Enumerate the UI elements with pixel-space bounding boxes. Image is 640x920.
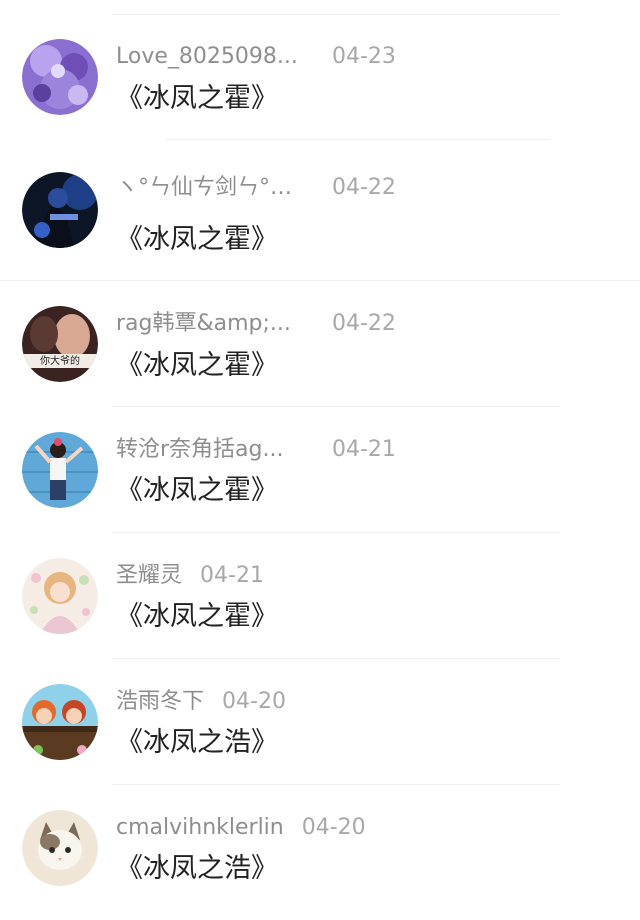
sender-name: 圣耀灵 — [116, 563, 183, 588]
avatar[interactable] — [22, 558, 98, 634]
message-meta: 浩雨冬下 04-20 — [116, 687, 286, 717]
sender-name: 转沧r奈角括ag... — [116, 437, 284, 462]
purple-anime-avatar-icon — [22, 39, 98, 115]
avatar[interactable] — [22, 172, 98, 248]
message-meta: 转沧r奈角括ag... 04-21 — [116, 435, 396, 465]
message-date: 04-21 — [332, 437, 396, 462]
list-item[interactable]: 圣耀灵 04-21 《冰凤之霍》 — [0, 533, 640, 659]
avatar-overlay-text: 你大爷的 — [40, 354, 80, 367]
sender-name: 浩雨冬下 — [116, 689, 205, 714]
message-list: Love_8025098... 04-23 《冰凤之霍》 ヽ°ㄣ仙ㄘ剑ㄣ°ゞ&..… — [0, 0, 640, 920]
cartoon-kids-avatar-icon — [22, 684, 98, 760]
message-date: 04-20 — [301, 815, 366, 840]
message-date: 04-21 — [200, 563, 264, 588]
avatar[interactable] — [22, 810, 98, 886]
list-item[interactable]: 你大爷的 rag韩覃&amp;... 04-22 《冰凤之霍》 — [0, 282, 640, 408]
list-item[interactable]: 转沧r奈角括ag... 04-21 《冰凤之霍》 — [0, 407, 640, 533]
message-text: 《冰凤之霍》 — [116, 224, 278, 255]
message-meta: rag韩覃&amp;... 04-22 — [116, 309, 396, 339]
avatar[interactable] — [22, 39, 98, 115]
avatar[interactable] — [22, 432, 98, 508]
list-item[interactable]: ヽ°ㄣ仙ㄘ剑ㄣ°ゞ&... 04-22 《冰凤之霍》 — [0, 140, 640, 266]
sender-name: cmalvihnklerlin — [116, 815, 284, 840]
message-text: 《冰凤之霍》 — [116, 475, 278, 506]
message-text: 《冰凤之霍》 — [116, 601, 278, 632]
avatar[interactable]: 你大爷的 — [22, 306, 98, 382]
message-meta: Love_8025098... 04-23 — [116, 42, 396, 72]
divider — [0, 280, 640, 281]
message-date: 04-20 — [222, 689, 286, 714]
dark-blue-anime-avatar-icon — [22, 172, 98, 248]
message-text: 《冰凤之浩》 — [116, 727, 278, 758]
sender-name: ヽ°ㄣ仙ㄘ剑ㄣ°ゞ&... — [116, 175, 304, 200]
avatar[interactable] — [22, 684, 98, 760]
message-meta: cmalvihnklerlin 04-20 — [116, 813, 366, 843]
message-date: 04-22 — [332, 175, 396, 200]
message-date: 04-23 — [332, 44, 396, 69]
sender-name: Love_8025098... — [116, 44, 298, 69]
list-item[interactable]: cmalvihnklerlin 04-20 《冰凤之浩》 — [0, 785, 640, 911]
message-meta: 圣耀灵 04-21 — [116, 561, 264, 591]
list-item[interactable]: Love_8025098... 04-23 《冰凤之霍》 — [0, 14, 640, 140]
message-text: 《冰凤之浩》 — [116, 853, 278, 884]
list-item[interactable]: 浩雨冬下 04-20 《冰凤之浩》 — [0, 659, 640, 785]
kitten-avatar-icon — [22, 810, 98, 886]
sender-name: rag韩覃&amp;... — [116, 311, 291, 336]
message-date: 04-22 — [332, 311, 396, 336]
hand-photo-avatar-icon: 你大爷的 — [22, 306, 98, 382]
girl-blue-wall-avatar-icon — [22, 432, 98, 508]
message-text: 《冰凤之霍》 — [116, 83, 278, 114]
message-text: 《冰凤之霍》 — [116, 350, 278, 381]
message-meta: ヽ°ㄣ仙ㄘ剑ㄣ°ゞ&... 04-22 — [116, 173, 396, 203]
pastel-girl-avatar-icon — [22, 558, 98, 634]
